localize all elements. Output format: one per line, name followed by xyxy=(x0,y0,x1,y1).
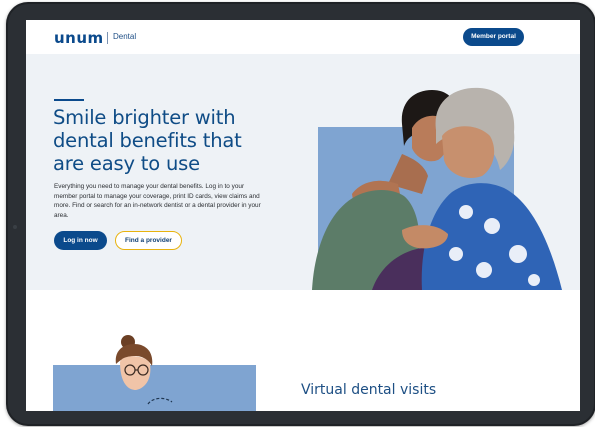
screen: unum Dental Member portal Smile brighter… xyxy=(26,20,580,411)
tablet-camera xyxy=(13,225,17,229)
hero-description: Everything you need to manage your denta… xyxy=(54,183,261,219)
hero-photo xyxy=(312,87,562,290)
dentist-photo xyxy=(115,335,173,405)
logo-divider xyxy=(107,32,108,44)
hero-section: Smile brighter with dental benefits that… xyxy=(26,54,580,290)
headline-accent-rule xyxy=(54,99,84,101)
log-in-button[interactable]: Log in now xyxy=(54,231,107,250)
brand-sub-label: Dental xyxy=(113,32,137,41)
unum-logo[interactable]: unum xyxy=(54,29,104,47)
site-header: unum Dental Member portal xyxy=(26,20,580,54)
find-provider-button[interactable]: Find a provider xyxy=(115,231,182,250)
member-portal-button[interactable]: Member portal xyxy=(463,28,524,46)
hero-headline: Smile brighter with dental benefits that… xyxy=(53,106,242,175)
virtual-visits-section: Virtual dental visits xyxy=(26,290,580,411)
virtual-visits-title: Virtual dental visits xyxy=(301,382,437,398)
